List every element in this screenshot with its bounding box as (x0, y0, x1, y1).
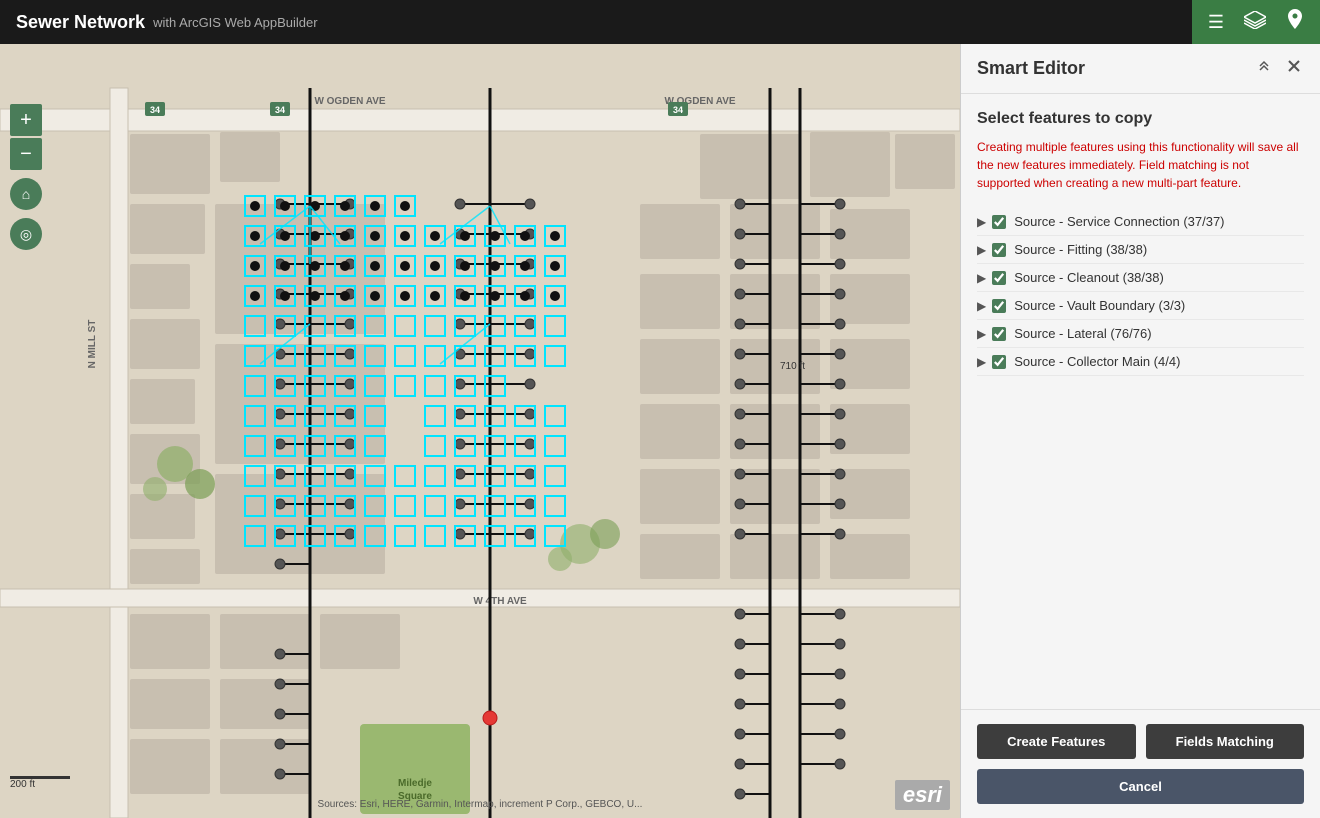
chevron-right-icon[interactable]: ▶ (977, 299, 986, 313)
feature-label: Source - Cleanout (38/38) (1014, 270, 1304, 285)
chevron-right-icon[interactable]: ▶ (977, 215, 986, 229)
feature-item: ▶ Source - Collector Main (4/4) (977, 348, 1304, 376)
panel-footer: Create Features Fields Matching Cancel (961, 709, 1320, 818)
feature-item: ▶ Source - Cleanout (38/38) (977, 264, 1304, 292)
feature-item: ▶ Source - Service Connection (37/37) (977, 208, 1304, 236)
feature-item: ▶ Source - Lateral (76/76) (977, 320, 1304, 348)
panel-body: Select features to copy Creating multipl… (961, 94, 1320, 709)
feature-label: Source - Service Connection (37/37) (1014, 214, 1304, 229)
feature-label: Source - Collector Main (4/4) (1014, 354, 1304, 369)
map-controls: + − ⌂ ◎ (10, 104, 42, 250)
header-right: ☰ (1192, 0, 1320, 44)
feature-checkbox[interactable] (992, 327, 1006, 341)
zoom-in-button[interactable]: + (10, 104, 42, 136)
feature-checkbox[interactable] (992, 299, 1006, 313)
list-icon[interactable]: ☰ (1208, 12, 1224, 33)
panel-header: Smart Editor (961, 44, 1320, 94)
zoom-out-button[interactable]: − (10, 138, 42, 170)
esri-logo: esri (895, 780, 950, 810)
panel-title: Smart Editor (977, 58, 1085, 79)
select-features-title: Select features to copy (977, 110, 1304, 128)
chevron-right-icon[interactable]: ▶ (977, 355, 986, 369)
header-left: Sewer Network with ArcGIS Web AppBuilder (0, 12, 1192, 33)
home-button[interactable]: ⌂ (10, 178, 42, 210)
svg-text:N MILL ST: N MILL ST (87, 320, 98, 369)
svg-text:34: 34 (673, 105, 683, 115)
map-svg: Miledje Square W OGDEN AVE W OGDEN AVE N… (0, 44, 960, 818)
svg-text:34: 34 (275, 105, 285, 115)
feature-checkbox[interactable] (992, 355, 1006, 369)
chevron-right-icon[interactable]: ▶ (977, 271, 986, 285)
map-area[interactable]: Miledje Square W OGDEN AVE W OGDEN AVE N… (0, 44, 960, 818)
footer-buttons-row: Create Features Fields Matching (977, 724, 1304, 759)
cancel-button[interactable]: Cancel (977, 769, 1304, 804)
feature-item: ▶ Source - Vault Boundary (3/3) (977, 292, 1304, 320)
svg-text:W OGDEN AVE: W OGDEN AVE (314, 96, 385, 107)
scale-label: 200 ft (10, 779, 35, 790)
svg-text:Miledje: Miledje (398, 778, 432, 789)
panel-controls (1254, 56, 1304, 81)
feature-label: Source - Fitting (38/38) (1014, 242, 1304, 257)
minimize-button[interactable] (1254, 56, 1274, 81)
map-attribution: Sources: Esri, HERE, Garmin, Intermap, i… (318, 799, 643, 810)
app-subtitle: with ArcGIS Web AppBuilder (153, 15, 318, 30)
feature-checkbox[interactable] (992, 215, 1006, 229)
feature-label: Source - Lateral (76/76) (1014, 326, 1304, 341)
feature-checkbox[interactable] (992, 271, 1006, 285)
fields-matching-button[interactable]: Fields Matching (1146, 724, 1305, 759)
svg-text:W 4TH AVE: W 4TH AVE (473, 596, 527, 607)
scale-bar: 200 ft (10, 776, 70, 790)
feature-label: Source - Vault Boundary (3/3) (1014, 298, 1304, 313)
svg-text:710 ft: 710 ft (780, 361, 805, 372)
location-icon[interactable] (1286, 9, 1304, 36)
layers-icon[interactable] (1244, 11, 1266, 34)
app-title: Sewer Network (16, 12, 145, 33)
chevron-right-icon[interactable]: ▶ (977, 327, 986, 341)
svg-text:34: 34 (150, 105, 160, 115)
feature-item: ▶ Source - Fitting (38/38) (977, 236, 1304, 264)
close-button[interactable] (1284, 56, 1304, 81)
chevron-right-icon[interactable]: ▶ (977, 243, 986, 257)
features-list: ▶ Source - Service Connection (37/37) ▶ Sou… (977, 208, 1304, 376)
locate-button[interactable]: ◎ (10, 218, 42, 250)
warning-message: Creating multiple features using this fu… (977, 138, 1304, 192)
smart-editor-panel: Smart Editor Select features to copy Cre… (960, 44, 1320, 818)
app-header: Sewer Network with ArcGIS Web AppBuilder… (0, 0, 1320, 44)
create-features-button[interactable]: Create Features (977, 724, 1136, 759)
feature-checkbox[interactable] (992, 243, 1006, 257)
